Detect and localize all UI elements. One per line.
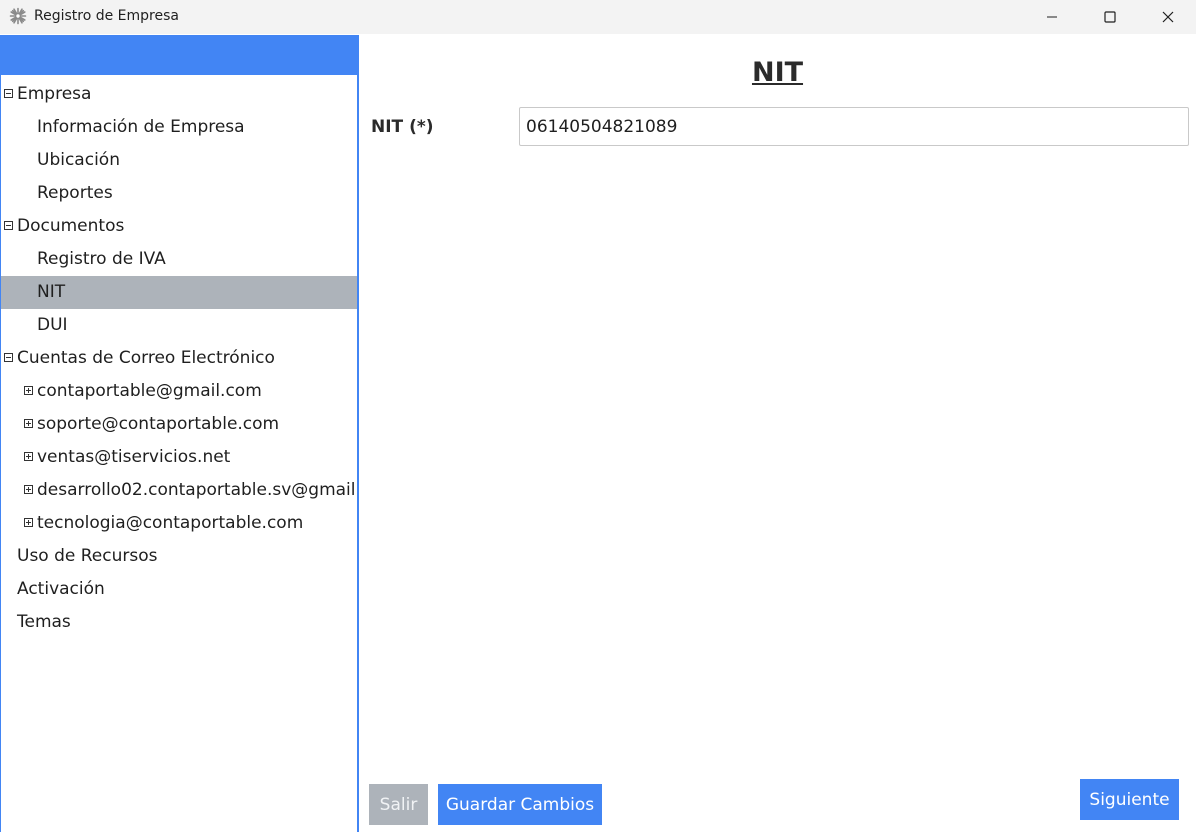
sidebar-item-label: Registro de IVA [37,249,166,269]
sidebar-item-label: ventas@tiservicios.net [37,447,231,467]
collapse-icon[interactable] [4,353,13,362]
maximize-icon [1104,11,1116,23]
sidebar-item[interactable]: Activación [1,573,357,606]
navigation-tree: Empresa Información de Empresa Ubicación Re… [1,78,357,639]
next-button[interactable]: Siguiente [1080,779,1179,820]
sidebar-item-label: Documentos [17,216,125,236]
close-button[interactable] [1139,0,1196,34]
minimize-icon [1046,11,1058,23]
minimize-button[interactable] [1023,0,1081,34]
collapse-icon[interactable] [4,89,13,98]
close-icon [1162,11,1174,23]
sidebar-item[interactable]: Registro de IVA [1,243,357,276]
collapse-icon[interactable] [4,221,13,230]
sidebar-item[interactable]: desarrollo02.contaportable.sv@gmail.com [1,474,357,507]
sidebar-item-label: NIT [37,282,66,302]
nit-field-label: NIT (*) [371,117,434,137]
sidebar-item[interactable]: tecnologia@contaportable.com [1,507,357,540]
sidebar-item-label: tecnologia@contaportable.com [37,513,304,533]
sidebar-item[interactable]: DUI [1,309,357,342]
sidebar-item-label: Reportes [37,183,113,203]
sidebar-item[interactable]: contaportable@gmail.com [1,375,357,408]
expand-icon[interactable] [24,386,33,395]
expand-icon[interactable] [24,518,33,527]
app-gear-icon [9,7,27,25]
sidebar-item[interactable]: Reportes [1,177,357,210]
sidebar-item[interactable]: Documentos [1,210,357,243]
sidebar-item[interactable]: Ubicación [1,144,357,177]
sidebar: Empresa Información de Empresa Ubicación Re… [0,35,359,832]
sidebar-item-label: Uso de Recursos [17,546,158,566]
sidebar-item-label: Ubicación [37,150,120,170]
expand-icon[interactable] [24,419,33,428]
sidebar-item-label: Información de Empresa [37,117,245,137]
title-bar: Registro de Empresa [0,0,1196,34]
window-title: Registro de Empresa [34,8,179,24]
expand-icon[interactable] [24,485,33,494]
sidebar-item-label: Empresa [17,84,92,104]
sidebar-item[interactable]: NIT [1,276,357,309]
sidebar-item-label: Activación [17,579,105,599]
sidebar-item-label: Cuentas de Correo Electrónico [17,348,275,368]
sidebar-item-label: DUI [37,315,68,335]
sidebar-item[interactable]: soporte@contaportable.com [1,408,357,441]
sidebar-item[interactable]: Empresa [1,78,357,111]
nit-input[interactable] [519,107,1189,146]
sidebar-item[interactable]: Información de Empresa [1,111,357,144]
save-changes-button[interactable]: Guardar Cambios [438,784,602,825]
exit-button[interactable]: Salir [369,784,428,825]
sidebar-item[interactable]: ventas@tiservicios.net [1,441,357,474]
sidebar-item-label: soporte@contaportable.com [37,414,280,434]
sidebar-item-label: contaportable@gmail.com [37,381,262,401]
expand-icon[interactable] [24,452,33,461]
sidebar-item-label: Temas [17,612,71,632]
sidebar-item[interactable]: Temas [1,606,357,639]
main-panel: NIT NIT (*) Salir Guardar Cambios Siguie… [359,35,1196,832]
page-title: NIT [751,57,804,88]
sidebar-item-label: desarrollo02.contaportable.sv@gmail.com [37,480,357,500]
sidebar-item[interactable]: Uso de Recursos [1,540,357,573]
sidebar-header [1,35,357,75]
maximize-button[interactable] [1081,0,1139,34]
sidebar-item[interactable]: Cuentas de Correo Electrónico [1,342,357,375]
